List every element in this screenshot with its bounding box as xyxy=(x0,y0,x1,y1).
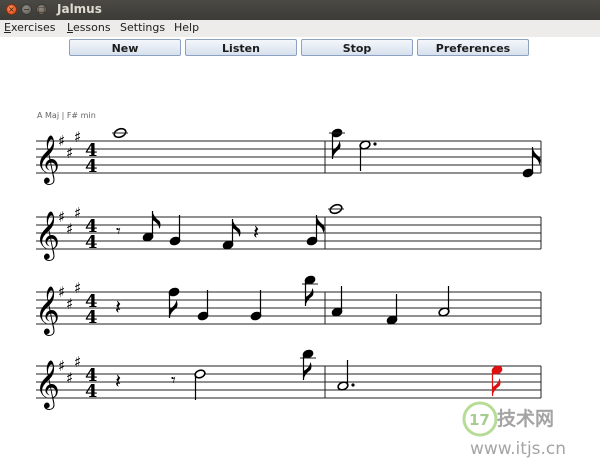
note xyxy=(222,219,241,250)
quarter-rest: 𝄽 xyxy=(115,295,121,319)
staff-system: 𝄞♯♯♯44 𝄽 xyxy=(35,275,542,336)
note-flag xyxy=(169,300,178,318)
note-flag xyxy=(492,378,501,396)
note-flag xyxy=(305,288,314,306)
note xyxy=(194,369,206,400)
time-signature-denominator: 4 xyxy=(85,307,98,328)
sharp-icon: ♯ xyxy=(58,357,65,375)
time-signature-denominator: 4 xyxy=(85,381,98,402)
note xyxy=(169,215,181,246)
note-flag xyxy=(332,141,341,159)
watermark-logo: 17 技术网 www.itjs.cn xyxy=(462,401,566,459)
note-flag xyxy=(532,147,541,165)
current-note xyxy=(491,365,503,396)
sharp-icon: ♯ xyxy=(58,208,65,226)
note xyxy=(359,140,377,171)
staff-system: 𝄞♯♯♯44 xyxy=(35,127,542,185)
watermark-brand-text: 技术网 xyxy=(497,407,554,430)
sharp-icon: ♯ xyxy=(74,128,81,146)
staff-system: 𝄞♯♯♯44𝄾 𝄽 xyxy=(35,203,542,261)
note xyxy=(197,290,209,321)
time-signature-denominator: 4 xyxy=(85,232,98,253)
staff-system: 𝄞♯♯♯44 𝄽 𝄾 xyxy=(35,349,542,410)
note xyxy=(112,127,128,139)
note xyxy=(331,286,343,317)
note xyxy=(300,349,316,380)
quarter-rest: 𝄽 xyxy=(253,220,259,244)
watermark-brand: 17 xyxy=(469,411,490,429)
sharp-icon: ♯ xyxy=(66,369,73,387)
sharp-icon: ♯ xyxy=(66,295,73,313)
augmentation-dot xyxy=(373,142,377,146)
note xyxy=(302,275,318,306)
treble-clef-icon: 𝄞 xyxy=(35,210,60,261)
eighth-rest: 𝄾 xyxy=(116,221,121,242)
treble-clef-icon: 𝄞 xyxy=(35,359,60,410)
note xyxy=(142,211,161,242)
note xyxy=(337,360,355,391)
score-canvas: 𝄞♯♯♯44𝄞♯♯♯44𝄾 𝄽𝄞♯♯♯44 𝄽𝄞♯♯♯44 𝄽 𝄾17 技术网www.it… xyxy=(35,127,566,459)
treble-clef-icon: 𝄞 xyxy=(35,285,60,336)
sharp-icon: ♯ xyxy=(58,132,65,150)
augmentation-dot xyxy=(351,383,355,387)
note-flag xyxy=(232,219,241,237)
note xyxy=(329,128,345,159)
eighth-rest: 𝄾 xyxy=(171,370,176,391)
note-flag xyxy=(316,215,325,233)
quarter-rest: 𝄽 xyxy=(115,369,121,393)
sharp-icon: ♯ xyxy=(58,283,65,301)
sharp-icon: ♯ xyxy=(74,353,81,371)
note xyxy=(386,294,398,325)
sharp-icon: ♯ xyxy=(66,220,73,238)
treble-clef-icon: 𝄞 xyxy=(35,134,60,185)
sharp-icon: ♯ xyxy=(66,144,73,162)
note-flag xyxy=(152,211,161,229)
watermark-url: www.itjs.cn xyxy=(470,439,566,459)
time-signature-denominator: 4 xyxy=(85,156,98,177)
note xyxy=(168,287,180,318)
note xyxy=(438,286,450,317)
sharp-icon: ♯ xyxy=(74,279,81,297)
sharp-icon: ♯ xyxy=(74,204,81,222)
note xyxy=(250,290,262,321)
note-flag xyxy=(303,362,312,380)
note xyxy=(328,203,344,215)
